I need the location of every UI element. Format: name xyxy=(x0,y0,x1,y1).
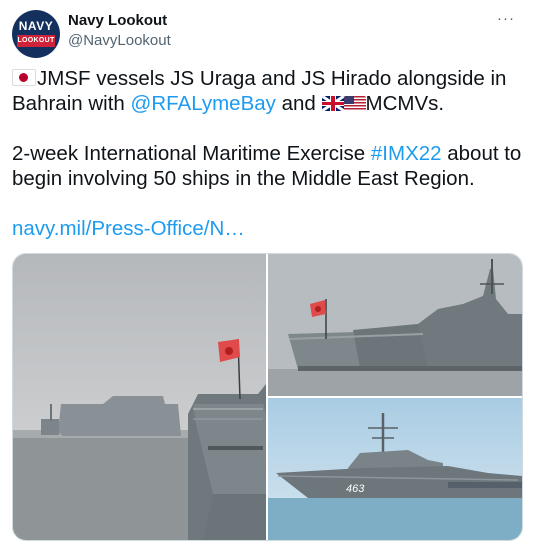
tweet-line2: 2-week International Maritime Exercise xyxy=(12,142,371,165)
hull-number: 463 xyxy=(346,483,365,495)
tweet-line1-connector: and xyxy=(275,92,322,115)
warship-bow-photo: 463 xyxy=(268,398,522,540)
avatar[interactable]: NAVY LOOKOUT xyxy=(12,10,60,58)
uk-flag-icon xyxy=(321,96,344,111)
tweet-line1-end: MCMVs. xyxy=(365,92,445,115)
media-image-1[interactable] xyxy=(13,254,266,540)
more-horizontal-icon[interactable]: ··· xyxy=(493,10,519,30)
japan-flag-icon xyxy=(12,69,36,86)
press-office-link[interactable]: navy.mil/Press-Office/N… xyxy=(12,217,245,240)
ships-alongside-photo xyxy=(13,254,266,540)
mention-link[interactable]: @RFALymeBay xyxy=(131,92,276,115)
avatar-text-navy: NAVY xyxy=(18,19,54,33)
tweet-text: JMSF vessels JS Uraga and JS Hirado alon… xyxy=(12,66,524,241)
avatar-text-lookout: LOOKOUT xyxy=(17,35,55,47)
account-handle[interactable]: @NavyLookout xyxy=(68,32,171,49)
display-name[interactable]: Navy Lookout xyxy=(68,12,167,29)
media-image-3[interactable]: 463 xyxy=(268,398,522,540)
media-image-2[interactable] xyxy=(268,254,522,396)
media-grid: 463 xyxy=(12,253,523,541)
hashtag-link[interactable]: #IMX22 xyxy=(371,142,442,165)
ships-at-quay-photo xyxy=(268,254,522,396)
us-flag-icon xyxy=(343,96,366,111)
